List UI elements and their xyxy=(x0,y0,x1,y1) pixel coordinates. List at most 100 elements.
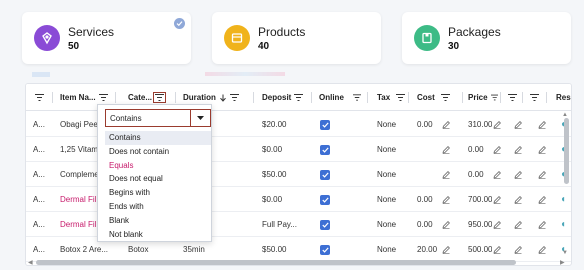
cell-deposit: $20.00 xyxy=(262,120,287,129)
packages-count: 30 xyxy=(448,41,460,52)
scroll-right-arrow[interactable]: ▶ xyxy=(560,259,565,265)
filter-option-does-not-equal[interactable]: Does not equal xyxy=(105,172,211,186)
resource-icon[interactable]: ◖ xyxy=(560,187,568,212)
column-divider[interactable] xyxy=(408,92,409,103)
edit-extra-icon[interactable] xyxy=(538,237,548,262)
products-card[interactable]: Products 40 xyxy=(212,12,381,64)
filter-icon[interactable] xyxy=(490,94,498,101)
services-card[interactable]: Services 50 xyxy=(22,12,191,64)
checkbox-checked-icon[interactable] xyxy=(320,144,330,155)
filter-icon[interactable] xyxy=(229,94,239,101)
edit-price-icon[interactable] xyxy=(493,212,503,237)
column-divider[interactable] xyxy=(522,92,523,103)
online-checkbox[interactable] xyxy=(320,237,336,262)
render-artifact xyxy=(32,72,50,77)
edit-cost-icon[interactable] xyxy=(442,212,452,237)
filter-icon[interactable] xyxy=(35,94,44,101)
column-divider[interactable] xyxy=(462,92,463,103)
filter-option-does-not-contain[interactable]: Does not contain xyxy=(105,145,211,159)
filter-option-not-blank[interactable]: Not blank xyxy=(105,228,211,242)
checkbox-checked-icon[interactable] xyxy=(320,219,330,230)
edit-extra-icon[interactable] xyxy=(514,212,524,237)
cell-prefix: A... xyxy=(33,245,46,254)
edit-price-icon[interactable] xyxy=(493,162,503,187)
edit-extra-icon[interactable] xyxy=(538,162,548,187)
edit-extra-icon[interactable] xyxy=(538,137,548,162)
header-cost[interactable]: Cost xyxy=(417,84,457,111)
checkbox-checked-icon[interactable] xyxy=(320,169,330,180)
header-tax[interactable]: Tax xyxy=(377,84,407,111)
filter-type-value: Contains xyxy=(110,113,142,123)
header-online[interactable]: Online xyxy=(319,84,361,111)
online-checkbox[interactable] xyxy=(320,112,336,137)
filter-option-ends-with[interactable]: Ends with xyxy=(105,200,211,214)
checkbox-checked-icon[interactable] xyxy=(320,194,330,205)
filter-icon[interactable] xyxy=(294,94,304,101)
filter-option-begins-with[interactable]: Begins with xyxy=(105,186,211,200)
scroll-left-arrow[interactable]: ◀ xyxy=(28,259,33,265)
edit-extra-icon[interactable] xyxy=(538,112,548,137)
filter-icon[interactable] xyxy=(98,94,108,101)
edit-extra-icon[interactable] xyxy=(514,137,524,162)
header-select[interactable] xyxy=(32,84,52,111)
edit-price-icon[interactable] xyxy=(493,237,503,262)
header-deposit[interactable]: Deposit xyxy=(262,84,312,111)
edit-extra-icon[interactable] xyxy=(514,112,524,137)
column-divider[interactable] xyxy=(367,92,368,103)
filter-option-equals[interactable]: Equals xyxy=(105,159,211,173)
column-divider[interactable] xyxy=(546,92,547,103)
edit-price-icon[interactable] xyxy=(493,137,503,162)
filter-icon[interactable] xyxy=(440,94,450,101)
packages-card[interactable]: Packages 30 xyxy=(402,12,571,64)
products-title: Products xyxy=(258,25,306,39)
filter-icon[interactable] xyxy=(153,92,167,103)
filter-icon[interactable] xyxy=(508,94,517,101)
filter-option-blank[interactable]: Blank xyxy=(105,214,211,228)
sort-desc-icon[interactable] xyxy=(219,94,227,102)
filter-icon[interactable] xyxy=(396,94,406,101)
checkbox-checked-icon[interactable] xyxy=(320,119,330,130)
resource-icon[interactable]: ◖ xyxy=(560,212,568,237)
cell-cost: 20.00 xyxy=(417,245,438,254)
cell-tax: None xyxy=(377,145,397,154)
header-price-label: Price xyxy=(468,93,488,102)
scroll-down-arrow[interactable]: ▼ xyxy=(562,250,568,256)
edit-extra-icon[interactable] xyxy=(514,237,524,262)
filter-icon[interactable] xyxy=(352,94,361,101)
edit-cost-icon[interactable] xyxy=(442,112,452,137)
edit-cost-icon[interactable] xyxy=(442,237,452,262)
edit-extra-icon[interactable] xyxy=(538,187,548,212)
column-divider[interactable] xyxy=(253,92,254,103)
edit-price-icon[interactable] xyxy=(493,112,503,137)
edit-extra-icon[interactable] xyxy=(514,162,524,187)
cell-prefix: A... xyxy=(33,170,46,179)
column-divider[interactable] xyxy=(115,92,116,103)
online-checkbox[interactable] xyxy=(320,212,336,237)
header-res-label: Res xyxy=(556,93,571,102)
edit-extra-icon[interactable] xyxy=(538,212,548,237)
checkbox-checked-icon[interactable] xyxy=(320,244,330,255)
column-divider[interactable] xyxy=(175,92,176,103)
online-checkbox[interactable] xyxy=(320,162,336,187)
online-checkbox[interactable] xyxy=(320,187,336,212)
packages-title: Packages xyxy=(448,25,501,39)
column-divider[interactable] xyxy=(311,92,312,103)
header-price[interactable]: Price xyxy=(468,84,498,111)
edit-price-icon[interactable] xyxy=(493,187,503,212)
online-checkbox[interactable] xyxy=(320,137,336,162)
chevron-down-icon[interactable] xyxy=(190,110,210,126)
filter-option-contains[interactable]: Contains xyxy=(105,131,211,145)
header-extra-2[interactable] xyxy=(527,84,541,111)
column-divider[interactable] xyxy=(500,92,501,103)
header-extra-1[interactable] xyxy=(505,84,519,111)
filter-type-select[interactable]: Contains xyxy=(105,109,211,127)
horizontal-scrollbar[interactable] xyxy=(36,260,516,265)
edit-extra-icon[interactable] xyxy=(514,187,524,212)
header-res[interactable]: Res xyxy=(556,84,571,111)
column-divider[interactable] xyxy=(52,92,53,103)
edit-cost-icon[interactable] xyxy=(442,137,452,162)
edit-cost-icon[interactable] xyxy=(442,162,452,187)
filter-icon[interactable] xyxy=(530,94,539,101)
edit-cost-icon[interactable] xyxy=(442,187,452,212)
vertical-scrollbar[interactable] xyxy=(564,118,569,184)
